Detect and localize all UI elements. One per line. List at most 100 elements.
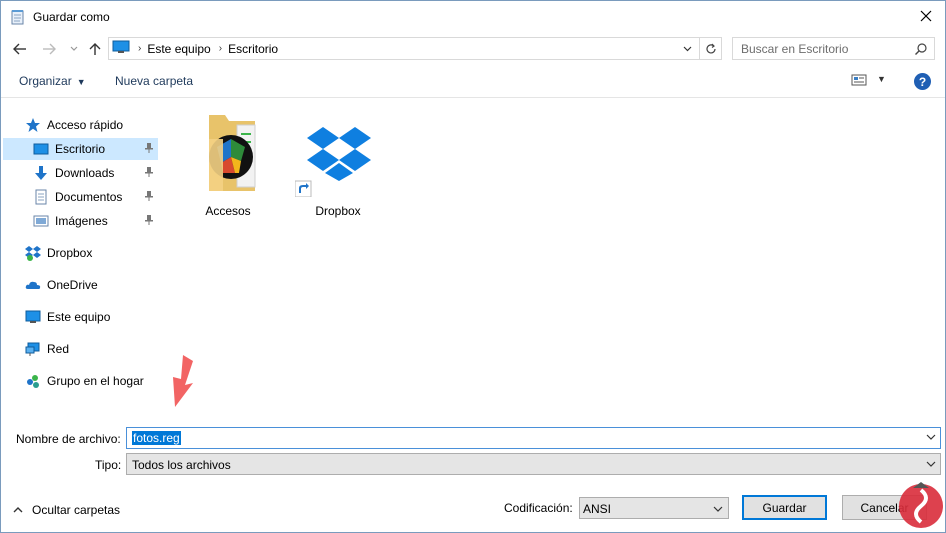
cloud-icon	[25, 277, 41, 293]
navigation-bar: › Este equipo › Escritorio Buscar en Esc…	[1, 37, 945, 61]
chevron-down-icon	[926, 461, 936, 467]
address-bar[interactable]: › Este equipo › Escritorio	[108, 37, 722, 60]
hide-folders-toggle[interactable]: Ocultar carpetas	[13, 503, 120, 517]
caret-down-icon: ▼	[76, 77, 86, 87]
file-name: Dropbox	[315, 204, 361, 218]
watermark-logo-icon	[897, 478, 945, 533]
desktop-icon	[33, 141, 49, 157]
download-arrow-icon	[33, 165, 49, 181]
pin-icon[interactable]	[144, 166, 154, 181]
title-bar: Guardar como	[1, 1, 945, 32]
annotation-arrow-icon	[163, 353, 203, 412]
change-view-button[interactable]	[851, 73, 867, 90]
computer-icon	[25, 309, 41, 325]
encoding-label: Codificación:	[504, 501, 573, 515]
filename-input[interactable]: fotos.reg	[126, 427, 941, 449]
chevron-down-icon	[683, 46, 691, 51]
sidebar-item-red[interactable]: Red	[3, 338, 158, 360]
search-icon[interactable]	[914, 42, 928, 59]
sidebar-item-label: Escritorio	[55, 142, 106, 156]
search-placeholder: Buscar en Escritorio	[741, 41, 849, 56]
new-folder-button[interactable]: Nueva carpeta	[115, 74, 193, 88]
sidebar-item-label: Documentos	[55, 190, 123, 204]
breadcrumb-separator-icon: ›	[218, 43, 223, 54]
dropbox-icon	[25, 245, 41, 261]
notepad-icon	[10, 9, 26, 25]
pin-icon[interactable]	[144, 214, 154, 229]
filename-label: Nombre de archivo:	[16, 432, 121, 446]
refresh-button[interactable]	[699, 38, 721, 59]
encoding-dropdown-button[interactable]	[713, 503, 723, 517]
dropbox-shortcut-icon	[294, 127, 381, 200]
up-arrow-icon	[89, 43, 101, 55]
breadcrumb-este-equipo[interactable]: Este equipo	[147, 42, 210, 56]
chevron-down-icon	[70, 46, 78, 51]
search-input[interactable]: Buscar en Escritorio	[732, 37, 935, 60]
save-as-dialog: Guardar como › Este equipo › Escritorio …	[0, 0, 946, 533]
sidebar-item-label: OneDrive	[47, 278, 98, 292]
back-button[interactable]	[10, 37, 30, 61]
sidebar-item-label: Dropbox	[47, 246, 93, 260]
view-details-icon	[851, 74, 867, 86]
up-button[interactable]	[85, 37, 105, 61]
address-history-button[interactable]	[677, 38, 697, 59]
file-name: Accesos	[205, 204, 251, 218]
computer-icon	[112, 40, 130, 57]
sidebar-item-label: Red	[47, 342, 70, 356]
breadcrumb-separator-icon: ›	[138, 43, 142, 54]
recent-locations-button[interactable]	[64, 37, 84, 61]
pin-icon[interactable]	[144, 190, 154, 205]
sidebar-item-escritorio[interactable]: Escritorio	[3, 138, 158, 160]
document-icon	[33, 189, 49, 205]
chevron-up-icon	[13, 507, 23, 513]
sidebar-item-label: Downloads	[55, 166, 115, 180]
save-button[interactable]: Guardar	[742, 495, 827, 520]
window-title: Guardar como	[33, 9, 110, 24]
filename-value: fotos.reg	[132, 431, 181, 445]
sidebar-item-documentos[interactable]: Documentos	[3, 186, 158, 208]
breadcrumb-escritorio[interactable]: Escritorio	[228, 42, 278, 56]
filename-history-button[interactable]	[926, 431, 936, 446]
command-bar: Organizar ▼ Nueva carpeta ▼ ?	[1, 69, 945, 95]
file-item-dropbox[interactable]: Dropbox	[293, 111, 383, 218]
type-label: Tipo:	[95, 458, 122, 472]
file-list: Accesos Dropbox	[161, 98, 945, 413]
sidebar-item-dropbox[interactable]: Dropbox	[3, 242, 158, 264]
sidebar-item-imagenes[interactable]: Imágenes	[3, 210, 158, 232]
encoding-value: ANSI	[583, 502, 612, 516]
file-type-dropdown-button[interactable]	[926, 458, 936, 473]
chevron-down-icon	[713, 506, 723, 512]
pin-icon[interactable]	[144, 142, 154, 157]
refresh-icon	[705, 43, 716, 53]
forward-arrow-icon	[43, 43, 56, 55]
navigation-pane: Acceso rápido Escritorio Downloads Docum…	[1, 98, 161, 413]
network-icon	[25, 341, 41, 357]
sidebar-item-este-equipo[interactable]: Este equipo	[3, 306, 158, 328]
close-button[interactable]	[915, 5, 937, 27]
file-item-accesos[interactable]: Accesos	[183, 111, 273, 218]
sidebar-item-grupo-hogar[interactable]: Grupo en el hogar	[3, 370, 158, 392]
back-arrow-icon	[13, 43, 26, 55]
forward-button[interactable]	[39, 37, 59, 61]
sidebar-item-label: Grupo en el hogar	[47, 374, 144, 388]
chevron-down-icon	[926, 434, 936, 440]
organize-label: Organizar	[19, 74, 72, 88]
view-menu-caret-icon[interactable]: ▼	[877, 74, 886, 84]
sidebar-item-onedrive[interactable]: OneDrive	[3, 274, 158, 296]
file-type-select[interactable]: Todos los archivos	[126, 453, 941, 475]
folder-icon	[195, 115, 261, 200]
close-icon	[920, 10, 932, 22]
pictures-icon	[33, 213, 49, 229]
sidebar-item-label: Este equipo	[47, 310, 111, 324]
sidebar-item-label: Acceso rápido	[47, 118, 124, 132]
file-type-value: Todos los archivos	[132, 458, 231, 472]
sidebar-item-acceso-rapido[interactable]: Acceso rápido	[3, 114, 158, 136]
hide-folders-label: Ocultar carpetas	[32, 503, 121, 517]
help-button[interactable]: ?	[914, 73, 931, 90]
organize-button[interactable]: Organizar ▼	[19, 74, 86, 88]
homegroup-icon	[25, 373, 41, 389]
sidebar-item-downloads[interactable]: Downloads	[3, 162, 158, 184]
star-icon	[25, 117, 41, 133]
sidebar-item-label: Imágenes	[55, 214, 108, 228]
encoding-select[interactable]: ANSI	[579, 497, 729, 519]
